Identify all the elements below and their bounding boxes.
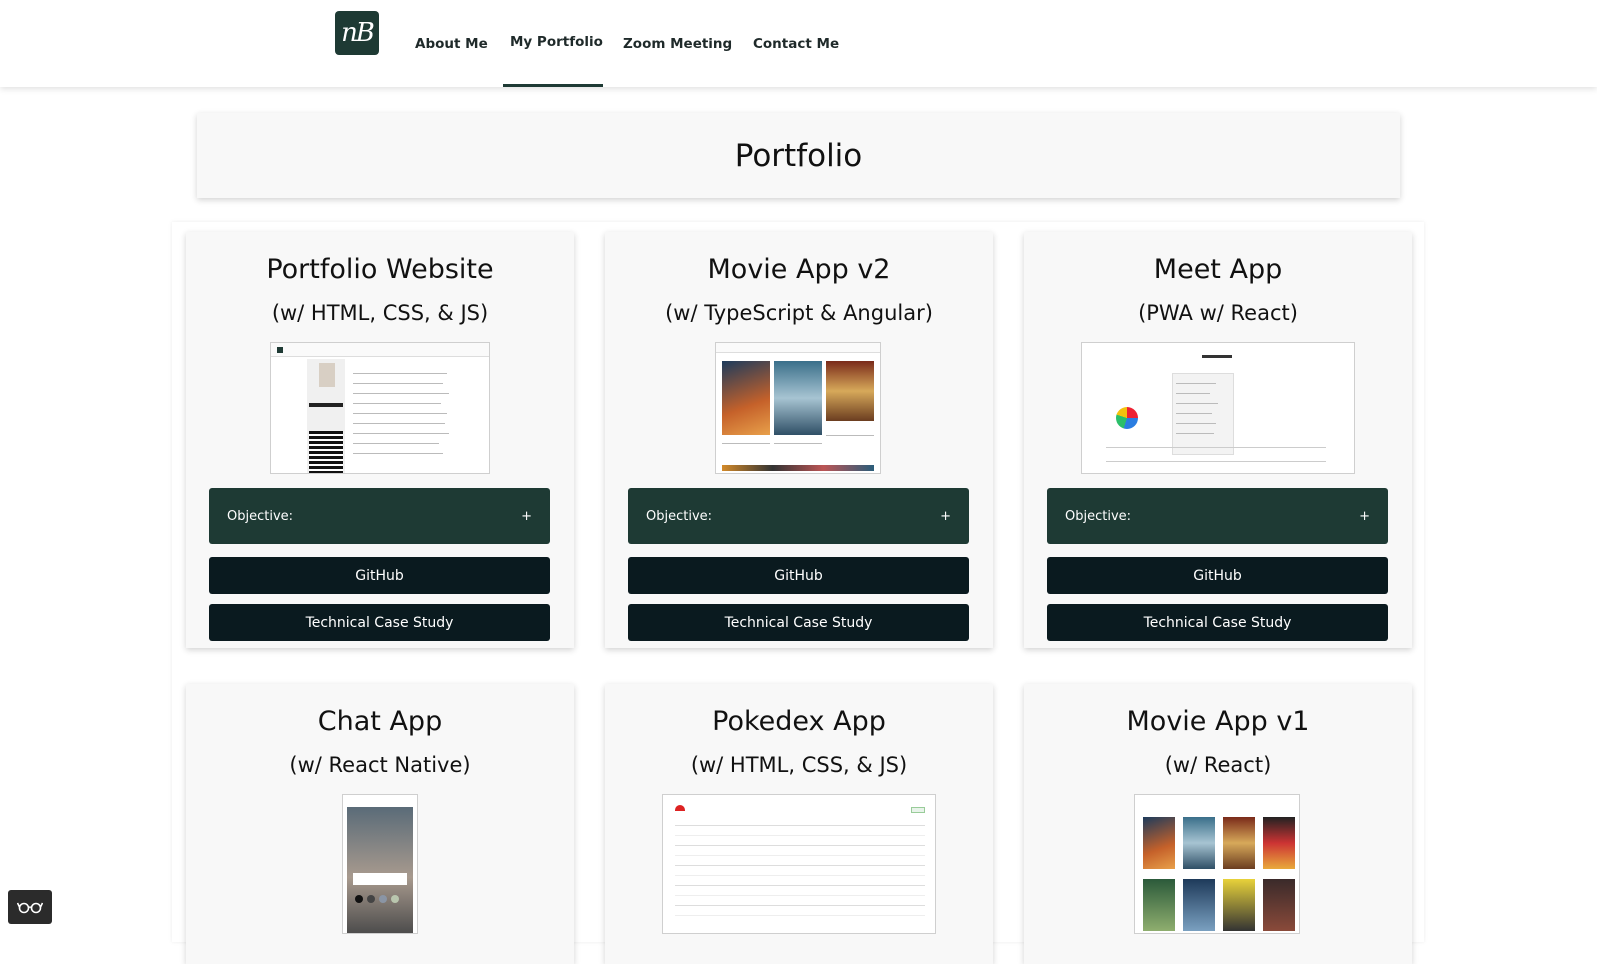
plus-icon: + <box>1359 508 1370 524</box>
nav-contact-me[interactable]: Contact Me <box>753 36 839 52</box>
card-subtitle: (PWA w/ React) <box>1138 301 1298 325</box>
plus-icon: + <box>521 508 532 524</box>
page-title-card: Portfolio <box>197 113 1400 198</box>
top-navbar: nB About Me My Portfolio Zoom Meeting Co… <box>0 0 1597 87</box>
project-card-pokedex-app: Pokedex App (w/ HTML, CSS, & JS) <box>605 684 993 964</box>
portfolio-grid: Portfolio Website (w/ HTML, CSS, & JS) O… <box>172 222 1424 964</box>
card-subtitle: (w/ HTML, CSS, & JS) <box>271 301 489 325</box>
project-screenshot[interactable] <box>1134 794 1300 934</box>
nav-about-me[interactable]: About Me <box>415 36 488 52</box>
card-title: Chat App <box>317 706 443 737</box>
project-card-meet-app: Meet App (PWA w/ React) Objective: + Git… <box>1024 232 1412 648</box>
github-button[interactable]: GitHub <box>209 557 550 594</box>
card-title: Pokedex App <box>712 706 886 737</box>
card-subtitle: (w/ HTML, CSS, & JS) <box>690 753 908 777</box>
project-screenshot[interactable] <box>270 342 490 474</box>
project-screenshot[interactable] <box>715 342 881 474</box>
page-title: Portfolio <box>734 137 863 174</box>
project-screenshot[interactable] <box>342 794 418 934</box>
card-title: Meet App <box>1153 254 1283 285</box>
project-screenshot[interactable] <box>662 794 936 934</box>
case-study-button[interactable]: Technical Case Study <box>209 604 550 641</box>
objective-toggle[interactable]: Objective: + <box>628 488 969 544</box>
case-study-button[interactable]: Technical Case Study <box>1047 604 1388 641</box>
project-card-movie-app-v1: Movie App v1 (w/ React) <box>1024 684 1412 964</box>
plus-icon: + <box>940 508 951 524</box>
objective-label: Objective: <box>646 508 713 524</box>
project-card-chat-app: Chat App (w/ React Native) <box>186 684 574 964</box>
card-subtitle: (w/ React Native) <box>289 753 471 777</box>
active-nav-indicator <box>503 84 603 87</box>
project-card-movie-app-v2: Movie App v2 (w/ TypeScript & Angular) O… <box>605 232 993 648</box>
nav-zoom-meeting[interactable]: Zoom Meeting <box>623 36 732 52</box>
objective-label: Objective: <box>1065 508 1132 524</box>
project-card-portfolio-website: Portfolio Website (w/ HTML, CSS, & JS) O… <box>186 232 574 648</box>
objective-label: Objective: <box>227 508 294 524</box>
glasses-icon <box>17 902 43 914</box>
logo[interactable]: nB <box>335 11 379 55</box>
github-button[interactable]: GitHub <box>628 557 969 594</box>
case-study-button[interactable]: Technical Case Study <box>628 604 969 641</box>
objective-toggle[interactable]: Objective: + <box>1047 488 1388 544</box>
card-title: Movie App v2 <box>707 254 891 285</box>
card-title: Portfolio Website <box>266 254 494 285</box>
logo-text: nB <box>341 18 375 48</box>
project-screenshot[interactable] <box>1081 342 1355 474</box>
nav-my-portfolio[interactable]: My Portfolio <box>510 34 603 50</box>
card-title: Movie App v1 <box>1126 706 1310 737</box>
card-subtitle: (w/ React) <box>1164 753 1272 777</box>
card-subtitle: (w/ TypeScript & Angular) <box>665 301 933 325</box>
objective-toggle[interactable]: Objective: + <box>209 488 550 544</box>
accessibility-button[interactable] <box>8 890 52 924</box>
github-button[interactable]: GitHub <box>1047 557 1388 594</box>
